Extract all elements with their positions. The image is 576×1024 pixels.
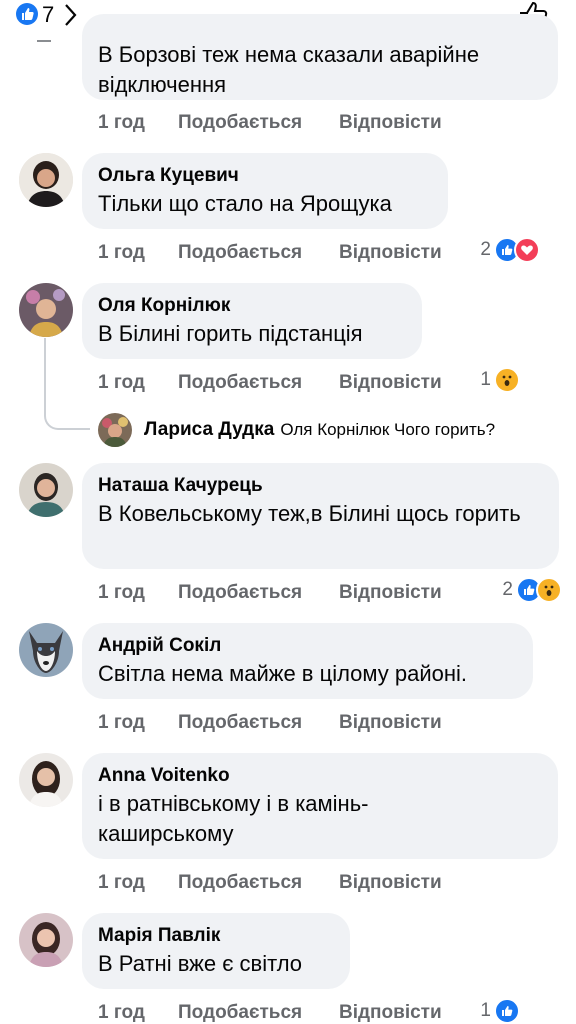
reply-link[interactable]: Відповісти xyxy=(339,372,442,394)
comment-text: В Ратні вже є світло xyxy=(98,951,303,976)
comment-actions: 1 год Подобається Відповісти xyxy=(98,372,442,394)
reaction-count: 1 xyxy=(480,1000,491,1021)
like-link[interactable]: Подобається xyxy=(178,242,339,264)
comment-time[interactable]: 1 год xyxy=(98,872,178,894)
reply-link[interactable]: Відповісти xyxy=(339,872,442,894)
comment-time[interactable]: 1 год xyxy=(98,112,178,134)
comment-text: Тільки що стало на Ярощука xyxy=(98,191,392,216)
reply-thread-line xyxy=(44,338,46,414)
wow-icon xyxy=(536,577,562,603)
comment-actions: 1 год Подобається Відповісти xyxy=(98,242,442,264)
like-link[interactable]: Подобається xyxy=(178,1002,339,1024)
dash-divider xyxy=(37,40,51,42)
reaction-count: 2 xyxy=(502,579,513,600)
reply-link[interactable]: Відповісти xyxy=(339,712,442,734)
comment-time[interactable]: 1 год xyxy=(98,712,178,734)
comment-bubble[interactable]: Ольга Куцевич Тільки що стало на Ярощука xyxy=(82,153,448,229)
reaction-summary[interactable]: 2 xyxy=(480,237,540,263)
commenter-name[interactable]: Anna Voitenko xyxy=(98,763,541,789)
comment-time[interactable]: 1 год xyxy=(98,1002,178,1024)
avatar[interactable] xyxy=(98,413,132,447)
avatar[interactable] xyxy=(19,623,73,677)
like-link[interactable]: Подобається xyxy=(178,112,339,134)
love-icon xyxy=(514,237,540,263)
like-icon xyxy=(494,998,520,1024)
avatar[interactable] xyxy=(19,283,73,337)
comment-text: Світла нема майже в цілому районі. xyxy=(98,661,468,686)
comment-text: В Ковельському теж,в Білині щось горить xyxy=(98,501,521,526)
comment-text: і в ратнівському і в камінь-каширському xyxy=(98,791,369,846)
comment-bubble[interactable]: В Борзові теж нема сказали аварійне відк… xyxy=(82,14,558,100)
reply-thread-curve xyxy=(44,410,90,430)
comment-bubble[interactable]: Марія Павлік В Ратні вже є світло xyxy=(82,913,350,989)
reaction-count: 1 xyxy=(480,369,491,390)
avatar[interactable] xyxy=(19,153,73,207)
comment-actions: 1 год Подобається Відповісти xyxy=(98,872,442,894)
comment-actions: 1 год Подобається Відповісти xyxy=(98,112,442,134)
comment-text: В Білині горить підстанція xyxy=(98,321,363,346)
commenter-name[interactable]: Ольга Куцевич xyxy=(98,163,431,189)
reaction-count[interactable]: 7 xyxy=(42,2,54,28)
wow-icon xyxy=(494,367,520,393)
reaction-summary[interactable]: 1 xyxy=(480,367,520,393)
reaction-summary[interactable]: 1 xyxy=(480,998,520,1024)
comment-bubble[interactable]: Anna Voitenko і в ратнівському і в камін… xyxy=(82,753,558,859)
avatar[interactable] xyxy=(19,463,73,517)
comment-bubble[interactable]: Оля Корнілюк В Білині горить підстанція xyxy=(82,283,422,359)
comment-time[interactable]: 1 год xyxy=(98,582,178,604)
comment-time[interactable]: 1 год xyxy=(98,242,178,264)
reply-link[interactable]: Відповісти xyxy=(339,1002,442,1024)
reaction-count: 2 xyxy=(480,239,491,260)
commenter-name[interactable]: Оля Корнілюк xyxy=(98,293,405,319)
avatar[interactable] xyxy=(19,753,73,807)
comment-bubble[interactable]: Наташа Качурець В Ковельському теж,в Біл… xyxy=(82,463,559,569)
reaction-summary[interactable]: 2 xyxy=(502,577,562,603)
like-link[interactable]: Подобається xyxy=(178,582,339,604)
reply-author-name[interactable]: Лариса Дудка xyxy=(144,419,274,441)
comment-text: В Борзові теж нема сказали аварійне відк… xyxy=(98,42,480,97)
reply-link[interactable]: Відповісти xyxy=(339,582,442,604)
reply-preview[interactable]: Лариса Дудка Оля Корнілюк Чого горить? xyxy=(98,413,495,447)
like-link[interactable]: Подобається xyxy=(178,372,339,394)
comment-actions: 1 год Подобається Відповісти xyxy=(98,1002,442,1024)
comment-time[interactable]: 1 год xyxy=(98,372,178,394)
commenter-name[interactable]: Андрій Сокіл xyxy=(98,633,516,659)
commenter-name[interactable]: Марія Павлік xyxy=(98,923,333,949)
commenter-name[interactable]: Наташа Качурець xyxy=(98,473,542,499)
like-reaction-icon xyxy=(16,3,38,25)
like-link[interactable]: Подобається xyxy=(178,872,339,894)
like-link[interactable]: Подобається xyxy=(178,712,339,734)
comment-actions: 1 год Подобається Відповісти xyxy=(98,712,442,734)
reply-link[interactable]: Відповісти xyxy=(339,242,442,264)
comment-bubble[interactable]: Андрій Сокіл Світла нема майже в цілому … xyxy=(82,623,533,699)
avatar[interactable] xyxy=(19,913,73,967)
reply-text: Оля Корнілюк Чого горить? xyxy=(280,420,496,439)
chevron-right-icon[interactable] xyxy=(64,2,78,28)
reply-link[interactable]: Відповісти xyxy=(339,112,442,134)
comment-actions: 1 год Подобається Відповісти xyxy=(98,582,442,604)
